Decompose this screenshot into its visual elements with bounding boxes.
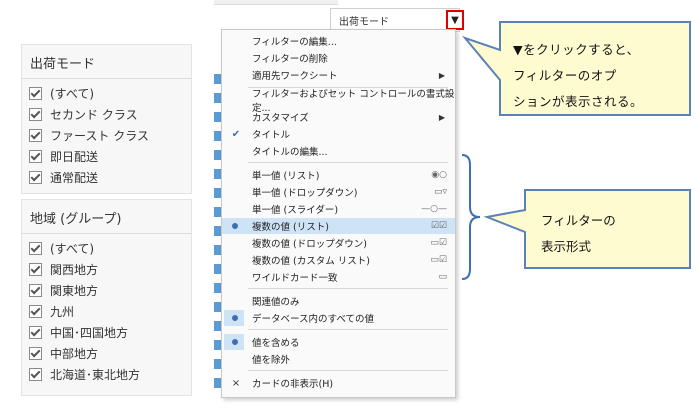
dropdown-note-text: ▼をクリックすると、 フィルターのオプ ションが表示される。 <box>513 37 683 115</box>
callout-line: ションが表示される。 <box>513 94 644 109</box>
callout-line: ▼をクリックすると、 <box>513 42 640 57</box>
display-format-note-text: フィルターの 表示形式 <box>535 208 665 260</box>
callout-line: フィルターの <box>541 213 616 228</box>
callout-line: フィルターのオプ <box>513 68 617 83</box>
callout-line: 表示形式 <box>541 239 592 254</box>
